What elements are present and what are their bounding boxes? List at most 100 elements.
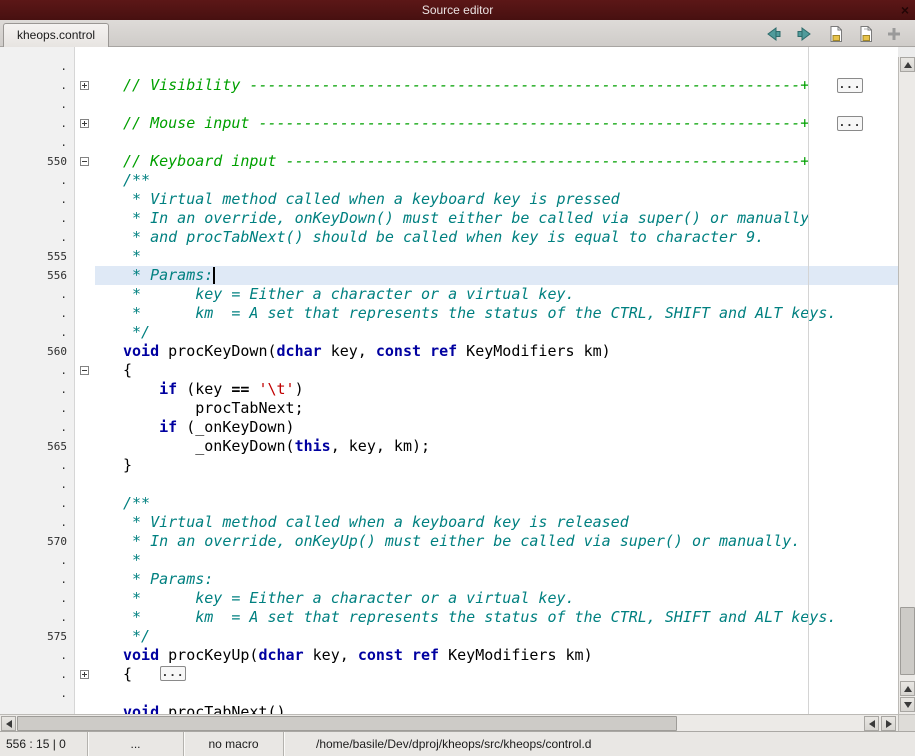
- line-number[interactable]: 565: [0, 437, 75, 456]
- code-line[interactable]: .: [0, 475, 898, 494]
- scroll-right-button[interactable]: [881, 716, 896, 731]
- code-line[interactable]: . procTabNext;: [0, 399, 898, 418]
- code-lines: ..// Visibility ------------------------…: [0, 57, 898, 714]
- code-line[interactable]: 565 _onKeyDown(this, key, km);: [0, 437, 898, 456]
- line-number[interactable]: .: [0, 171, 75, 190]
- vertical-scroll-thumb[interactable]: [900, 607, 915, 675]
- line-number[interactable]: .: [0, 190, 75, 209]
- fold-toggle-icon[interactable]: [80, 670, 89, 679]
- line-number[interactable]: .: [0, 285, 75, 304]
- code-line[interactable]: . * Params:: [0, 570, 898, 589]
- scroll-down-button[interactable]: [900, 697, 915, 712]
- line-number[interactable]: .: [0, 380, 75, 399]
- code-line[interactable]: .: [0, 133, 898, 152]
- detach-editor-button[interactable]: [883, 23, 905, 44]
- code-line[interactable]: ./**: [0, 171, 898, 190]
- line-number[interactable]: .: [0, 646, 75, 665]
- tab-kheops-control[interactable]: kheops.control: [3, 23, 109, 47]
- folded-region-icon[interactable]: ...: [837, 116, 863, 131]
- line-number[interactable]: .: [0, 665, 75, 684]
- close-icon[interactable]: ×: [901, 1, 909, 19]
- code-line[interactable]: 556 * Params:: [0, 266, 898, 285]
- code-line[interactable]: 570 * In an override, onKeyUp() must eit…: [0, 532, 898, 551]
- line-number[interactable]: .: [0, 570, 75, 589]
- code-line[interactable]: 575 */: [0, 627, 898, 646]
- code-line[interactable]: 550// Keyboard input -------------------…: [0, 152, 898, 171]
- line-number[interactable]: 555: [0, 247, 75, 266]
- go-forward-button[interactable]: [793, 23, 815, 44]
- code-line[interactable]: .// Visibility -------------------------…: [0, 76, 898, 95]
- code-line[interactable]: ./**: [0, 494, 898, 513]
- code-line[interactable]: .{: [0, 361, 898, 380]
- line-number[interactable]: .: [0, 418, 75, 437]
- code-line[interactable]: . *: [0, 551, 898, 570]
- save-file-button[interactable]: [825, 23, 847, 44]
- code-line[interactable]: . * km = A set that represents the statu…: [0, 608, 898, 627]
- line-number[interactable]: 575: [0, 627, 75, 646]
- code-line[interactable]: . * key = Either a character or a virtua…: [0, 285, 898, 304]
- line-number[interactable]: .: [0, 703, 75, 714]
- code-line[interactable]: 560void procKeyDown(dchar key, const ref…: [0, 342, 898, 361]
- line-number[interactable]: .: [0, 304, 75, 323]
- line-number[interactable]: .: [0, 95, 75, 114]
- code-line[interactable]: . * In an override, onKeyDown() must eit…: [0, 209, 898, 228]
- vertical-scrollbar[interactable]: [898, 57, 915, 714]
- save-file-as-button[interactable]: [855, 23, 877, 44]
- line-number[interactable]: .: [0, 684, 75, 703]
- code-line[interactable]: .}: [0, 456, 898, 475]
- code-line[interactable]: . if (key == '\t'): [0, 380, 898, 399]
- folded-region-icon[interactable]: ...: [837, 78, 863, 93]
- line-number[interactable]: .: [0, 57, 75, 76]
- line-number[interactable]: .: [0, 551, 75, 570]
- code-line[interactable]: . */: [0, 323, 898, 342]
- horizontal-scroll-thumb[interactable]: [17, 716, 677, 731]
- scroll-left-button[interactable]: [1, 716, 16, 731]
- line-number[interactable]: .: [0, 494, 75, 513]
- code-line[interactable]: . * Virtual method called when a keyboar…: [0, 190, 898, 209]
- line-number[interactable]: 556: [0, 266, 75, 285]
- code-line[interactable]: . if (_onKeyDown): [0, 418, 898, 437]
- line-number[interactable]: .: [0, 228, 75, 247]
- line-number[interactable]: .: [0, 513, 75, 532]
- line-number[interactable]: 550: [0, 152, 75, 171]
- fold-column: [75, 684, 95, 703]
- line-number[interactable]: .: [0, 475, 75, 494]
- go-back-button[interactable]: [763, 23, 785, 44]
- line-number[interactable]: 560: [0, 342, 75, 361]
- fold-column: [75, 323, 95, 342]
- fold-toggle-icon[interactable]: [80, 366, 89, 375]
- scroll-up-button[interactable]: [900, 57, 915, 72]
- code-line[interactable]: .// Mouse input ------------------------…: [0, 114, 898, 133]
- scroll-left-button-right[interactable]: [864, 716, 879, 731]
- code-line[interactable]: .: [0, 57, 898, 76]
- code-line[interactable]: . * key = Either a character or a virtua…: [0, 589, 898, 608]
- line-number[interactable]: 570: [0, 532, 75, 551]
- fold-toggle-icon[interactable]: [80, 81, 89, 90]
- line-number[interactable]: .: [0, 589, 75, 608]
- fold-toggle-icon[interactable]: [80, 157, 89, 166]
- line-number[interactable]: .: [0, 133, 75, 152]
- code-line[interactable]: .: [0, 684, 898, 703]
- code-line[interactable]: .{...: [0, 665, 898, 684]
- code-line[interactable]: . * Virtual method called when a keyboar…: [0, 513, 898, 532]
- line-number[interactable]: .: [0, 608, 75, 627]
- code-line[interactable]: . * km = A set that represents the statu…: [0, 304, 898, 323]
- scroll-up-button-bottom[interactable]: [900, 681, 915, 696]
- scrollbar-corner: [898, 714, 915, 731]
- code-editor[interactable]: ..// Visibility ------------------------…: [0, 47, 898, 714]
- line-number[interactable]: .: [0, 361, 75, 380]
- line-number[interactable]: .: [0, 323, 75, 342]
- code-line[interactable]: . * and procTabNext() should be called w…: [0, 228, 898, 247]
- horizontal-scrollbar[interactable]: [0, 714, 898, 731]
- line-number[interactable]: .: [0, 399, 75, 418]
- code-line[interactable]: .: [0, 95, 898, 114]
- line-number[interactable]: .: [0, 456, 75, 475]
- line-number[interactable]: .: [0, 114, 75, 133]
- code-line[interactable]: 555 *: [0, 247, 898, 266]
- code-line[interactable]: .void procKeyUp(dchar key, const ref Key…: [0, 646, 898, 665]
- line-number[interactable]: .: [0, 209, 75, 228]
- code-line[interactable]: .void procTabNext(): [0, 703, 898, 714]
- line-number[interactable]: .: [0, 76, 75, 95]
- folded-code-icon[interactable]: ...: [160, 666, 186, 681]
- fold-toggle-icon[interactable]: [80, 119, 89, 128]
